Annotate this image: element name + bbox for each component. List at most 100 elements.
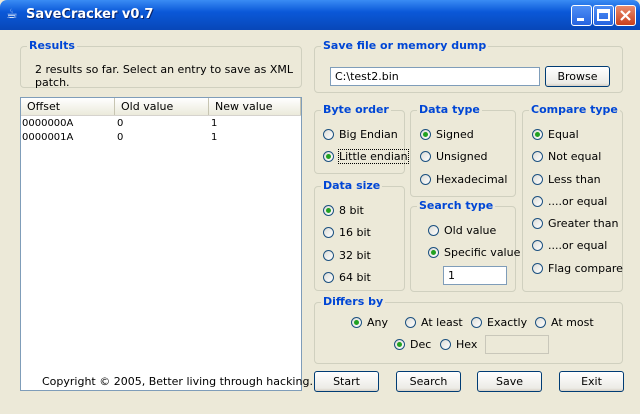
radio-any[interactable]: Any (351, 314, 388, 330)
close-button[interactable] (615, 5, 636, 26)
radio-button (323, 226, 334, 238)
radio-not-equal[interactable]: Not equal (532, 148, 601, 164)
results-status: 2 results so far. Select an entry to sav… (35, 63, 294, 89)
differs-amount-input[interactable] (485, 335, 549, 354)
radio-button (405, 316, 416, 328)
cell-new-value: 1 (211, 118, 218, 129)
data-size-group: Data size 8 bit 16 bit 32 bit 64 bit (314, 179, 405, 291)
radio-hexadecimal[interactable]: Hexadecimal (420, 171, 507, 187)
radio-at-least[interactable]: At least (405, 314, 463, 330)
differs-by-label: Differs by (321, 295, 386, 308)
radio-label: 64 bit (339, 270, 371, 284)
radio-button (535, 316, 546, 328)
byte-order-label: Byte order (321, 103, 391, 116)
window-title: SaveCracker v0.7 (26, 7, 154, 22)
cell-old-value: 0 (117, 118, 124, 129)
table-header: Offset Old value New value (21, 98, 301, 116)
radio-button-selected (323, 204, 334, 216)
radio-button (532, 239, 543, 251)
radio-signed[interactable]: Signed (420, 126, 474, 142)
data-size-label: Data size (321, 179, 383, 192)
results-label: Results (27, 39, 77, 52)
radio-hex[interactable]: Hex (440, 336, 477, 352)
radio-64-bit[interactable]: 64 bit (323, 269, 371, 285)
cell-new-value: 1 (211, 132, 218, 143)
minimize-icon (577, 18, 584, 21)
radio-big-endian[interactable]: Big Endian (323, 126, 398, 142)
radio-button (420, 173, 431, 185)
radio-button (323, 271, 334, 283)
radio-specific-value[interactable]: Specific value (428, 244, 520, 260)
java-app-icon: ☕ (6, 7, 18, 22)
save-file-group: Save file or memory dump C:\test2.bin Br… (314, 39, 623, 93)
radio-button-selected (532, 128, 543, 140)
compare-type-group: Compare type Equal Not equal Less than .… (522, 103, 623, 292)
title-bar[interactable]: ☕ SaveCracker v0.7 (0, 0, 640, 30)
minimize-button[interactable] (571, 5, 592, 26)
maximize-button[interactable] (593, 5, 614, 26)
radio-label: Equal (548, 127, 579, 141)
radio-button (471, 316, 482, 328)
radio-label: Hexadecimal (436, 172, 508, 186)
start-button[interactable]: Start (314, 371, 379, 392)
radio-label: Greater than (548, 216, 619, 230)
byte-order-group: Byte order Big Endian Little endian (314, 103, 409, 174)
table-row[interactable]: 0000000A 0 1 (21, 117, 301, 131)
radio-button (420, 150, 431, 162)
table-row[interactable]: 0000001A 0 1 (21, 131, 301, 145)
radio-unsigned[interactable]: Unsigned (420, 148, 488, 164)
data-type-group: Data type Signed Unsigned Hexadecimal (410, 103, 516, 197)
radio-label: Little endian (338, 148, 409, 164)
radio-button (323, 249, 334, 261)
column-header-new-value[interactable]: New value (209, 98, 301, 115)
radio-button-selected (428, 246, 439, 258)
radio-equal[interactable]: Equal (532, 126, 579, 142)
radio-32-bit[interactable]: 32 bit (323, 247, 371, 263)
radio-at-most[interactable]: At most (535, 314, 594, 330)
radio-flag-compare[interactable]: Flag compare (532, 260, 623, 276)
radio-label: Not equal (548, 149, 602, 163)
radio-label: Signed (436, 127, 474, 141)
main-panel: Results 2 results so far. Select an entr… (4, 30, 636, 410)
radio-button (532, 173, 543, 185)
radio-dec[interactable]: Dec (394, 336, 431, 352)
radio-label: Less than (548, 172, 601, 186)
radio-button (532, 217, 543, 229)
differs-by-group: Differs by Any At least Exactly At most … (314, 295, 623, 364)
search-button[interactable]: Search (396, 371, 461, 392)
radio-label: Dec (410, 337, 432, 351)
radio-button-selected (351, 316, 362, 328)
column-header-old-value[interactable]: Old value (115, 98, 209, 115)
radio-old-value[interactable]: Old value (428, 222, 496, 238)
radio-label: Specific value (444, 245, 521, 259)
radio-button (532, 195, 543, 207)
radio-8-bit[interactable]: 8 bit (323, 202, 364, 218)
radio-greater-than[interactable]: Greater than (532, 215, 618, 231)
search-type-group: Search type Old value Specific value 1 (410, 199, 520, 292)
radio-label: Big Endian (339, 127, 398, 141)
file-path-input[interactable]: C:\test2.bin (330, 67, 540, 86)
radio-exactly[interactable]: Exactly (471, 314, 527, 330)
radio-label: ....or equal (548, 238, 608, 252)
radio-label: Exactly (487, 315, 528, 329)
radio-greater-or-equal[interactable]: ....or equal (532, 237, 607, 253)
radio-button (428, 224, 439, 236)
cell-offset: 0000001A (22, 132, 74, 143)
radio-little-endian[interactable]: Little endian (323, 148, 409, 164)
radio-label: 8 bit (339, 203, 364, 217)
browse-button[interactable]: Browse (545, 66, 610, 87)
exit-button[interactable]: Exit (559, 371, 624, 392)
radio-less-or-equal[interactable]: ....or equal (532, 193, 607, 209)
save-button[interactable]: Save (477, 371, 542, 392)
radio-button (532, 262, 543, 274)
radio-label: At most (551, 315, 594, 329)
radio-label: Old value (444, 223, 497, 237)
radio-less-than[interactable]: Less than (532, 171, 601, 187)
column-header-offset[interactable]: Offset (21, 98, 115, 115)
radio-16-bit[interactable]: 16 bit (323, 224, 371, 240)
cell-old-value: 0 (117, 132, 124, 143)
results-table[interactable]: Offset Old value New value 0000000A 0 1 … (20, 97, 302, 391)
cell-offset: 0000000A (22, 118, 74, 129)
data-type-label: Data type (417, 103, 482, 116)
specific-value-input[interactable]: 1 (443, 266, 507, 285)
